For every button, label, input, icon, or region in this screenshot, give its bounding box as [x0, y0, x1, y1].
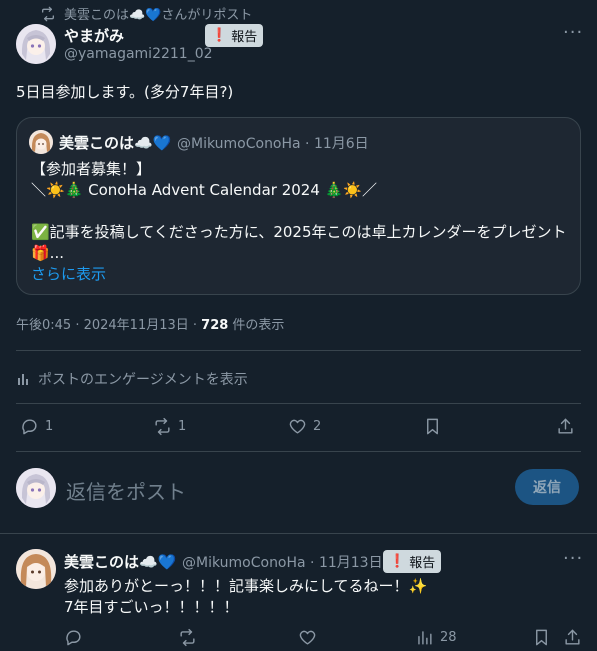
- exclamation-icon: ❗: [389, 554, 406, 569]
- avatar-illustration: [16, 24, 56, 64]
- divider: [0, 533, 597, 534]
- divider: [16, 451, 581, 452]
- quoted-author-avatar: [29, 130, 53, 154]
- reply-input[interactable]: 返信をポスト: [66, 476, 186, 505]
- share-icon: [565, 629, 580, 645]
- share-action[interactable]: [556, 417, 575, 436]
- quoted-post-card[interactable]: 美雲このは☁️💙 @MikumoConoHa · 11月6日 【参加者募集！】 …: [16, 117, 581, 295]
- repost-icon: [180, 628, 195, 647]
- quoted-line-2: ＼☀️🎄 ConoHa Advent Calendar 2024 🎄☀️／: [31, 181, 377, 199]
- analytics-icon: [418, 631, 432, 645]
- author-handle[interactable]: @yamagami2211_02: [64, 46, 213, 62]
- report-badge[interactable]: ❗ 報告: [205, 24, 264, 47]
- share-action[interactable]: [563, 628, 582, 647]
- like-count: 2: [313, 419, 322, 434]
- reply-action[interactable]: 1: [20, 417, 53, 436]
- reply-icon: [22, 419, 37, 435]
- analytics-icon: [18, 374, 28, 385]
- avatar-illustration: [16, 468, 56, 508]
- reply-author-avatar[interactable]: [16, 549, 56, 589]
- post-timestamp[interactable]: 午後0:45 · 2024年11月13日 ·: [16, 318, 201, 333]
- like-action[interactable]: [298, 628, 317, 647]
- views-label: 件の表示: [228, 318, 285, 333]
- more-options-icon[interactable]: ···: [563, 548, 583, 569]
- author-avatar[interactable]: [16, 24, 56, 64]
- reply-action[interactable]: [64, 628, 83, 647]
- bookmark-icon: [536, 629, 547, 646]
- bookmark-action[interactable]: [423, 417, 442, 436]
- quoted-line-4: 🎁...: [31, 244, 64, 262]
- divider: [16, 350, 581, 351]
- reply-author-handle[interactable]: @MikumoConoHa · 11月13日: [182, 552, 383, 572]
- reply-count: 1: [45, 419, 54, 434]
- bookmark-action[interactable]: [532, 628, 551, 647]
- reply-views-count: 28: [440, 630, 457, 645]
- report-label: 報告: [231, 30, 258, 45]
- quoted-line-1: 【参加者募集！】: [31, 160, 152, 178]
- repost-count: 1: [178, 419, 187, 434]
- repost-icon: [155, 417, 170, 436]
- reply-text-line-2: 7年目すごいっ！！！！！: [64, 598, 239, 616]
- views-action[interactable]: 28: [415, 628, 457, 647]
- more-options-icon[interactable]: ···: [563, 22, 583, 43]
- quoted-line-3: ✅記事を投稿してくださった方に、2025年このは卓上カレンダーをプレゼント: [31, 223, 567, 241]
- author-name[interactable]: やまがみ: [64, 25, 124, 46]
- repost-icon: [42, 6, 54, 21]
- reply-author-name[interactable]: 美雲このは☁️💙: [64, 551, 176, 572]
- views-count: 728: [201, 318, 229, 333]
- my-avatar[interactable]: [16, 468, 56, 508]
- reply-button[interactable]: 返信: [515, 469, 579, 505]
- quoted-author-handle: @MikumoConoHa · 11月6日: [177, 136, 369, 152]
- repost-action[interactable]: [178, 628, 197, 647]
- divider: [16, 403, 581, 404]
- quoted-author-name: 美雲このは☁️💙: [59, 134, 172, 152]
- show-more-link[interactable]: さらに表示: [31, 264, 106, 285]
- engagement-link[interactable]: ポストのエンゲージメントを表示: [16, 369, 248, 389]
- avatar-illustration: [16, 549, 56, 589]
- reply-text-line-1: 参加ありがとーっ！！！記事楽しみにしてるねー！✨: [64, 577, 428, 595]
- reply-report-badge[interactable]: ❗ 報告: [383, 550, 442, 573]
- post-text: 5日目参加します。(多分7年目?): [16, 83, 234, 101]
- reply-icon: [66, 630, 81, 646]
- report-label: 報告: [409, 556, 436, 571]
- heart-icon: [289, 419, 306, 434]
- repost-action[interactable]: 1: [153, 417, 186, 436]
- post-metadata: 午後0:45 · 2024年11月13日 · 728 件の表示: [16, 314, 284, 333]
- share-icon: [558, 418, 573, 434]
- repost-banner-text: 美雲このは☁️💙さんがリポスト: [64, 8, 253, 23]
- exclamation-icon: ❗: [211, 28, 228, 43]
- repost-banner[interactable]: 美雲このは☁️💙さんがリポスト: [40, 4, 252, 23]
- bookmark-icon: [427, 418, 438, 435]
- heart-icon: [299, 630, 316, 645]
- engagement-link-label: ポストのエンゲージメントを表示: [38, 372, 248, 388]
- like-action[interactable]: 2: [288, 417, 321, 436]
- avatar-illustration: [29, 130, 53, 154]
